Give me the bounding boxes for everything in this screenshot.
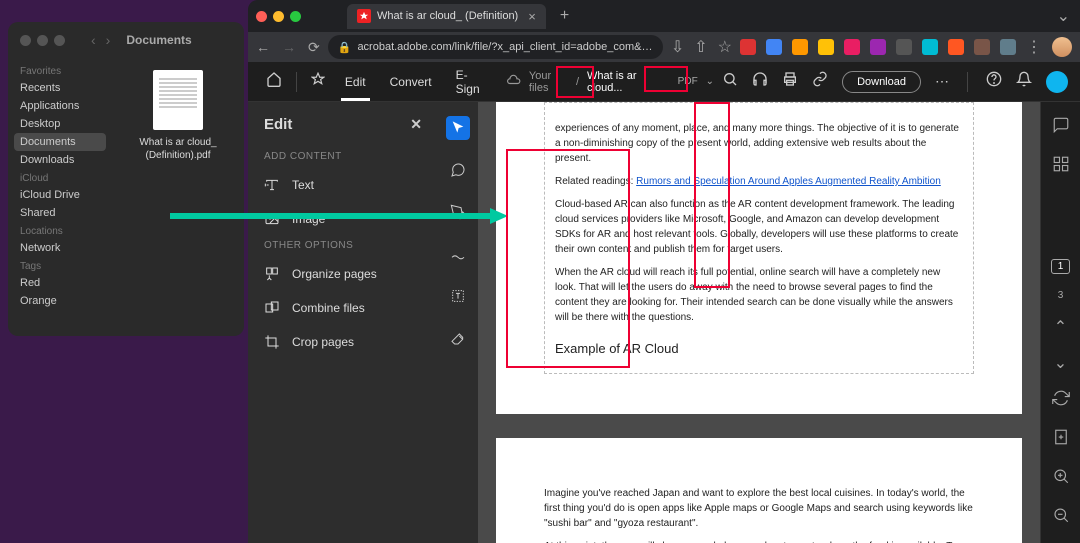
acrobat-favicon <box>357 9 371 23</box>
extensions-menu[interactable]: ⋮ <box>1026 37 1042 57</box>
ext-4[interactable] <box>818 39 834 55</box>
tool-comment[interactable] <box>446 158 470 182</box>
file-name[interactable]: What is ar cloud_ (Definition).pdf <box>120 136 236 162</box>
finder-forward[interactable]: › <box>106 32 111 48</box>
finder-title: Documents <box>126 33 191 47</box>
ext-5[interactable] <box>844 39 860 55</box>
rail-rotate-icon[interactable] <box>1052 389 1070 412</box>
print-icon[interactable] <box>782 71 798 92</box>
ext-8[interactable] <box>922 39 938 55</box>
finder-sidebar: Favorites Recents Applications Desktop D… <box>8 58 112 336</box>
tool-erase[interactable] <box>446 326 470 350</box>
new-tab-button[interactable]: + <box>554 7 575 25</box>
edit-panel-close[interactable]: ✕ <box>410 116 422 133</box>
sidebar-tag-orange[interactable]: Orange <box>8 292 112 310</box>
cloud-icon <box>507 73 521 90</box>
pdf-page-1: experiences of any moment, place, and ma… <box>496 102 1022 414</box>
ext-6[interactable] <box>870 39 886 55</box>
sidebar-desktop[interactable]: Desktop <box>8 115 112 133</box>
ext-abp[interactable] <box>740 39 756 55</box>
tool-draw[interactable] <box>446 242 470 266</box>
ext-2[interactable] <box>766 39 782 55</box>
more-icon[interactable]: ⋯ <box>935 73 949 90</box>
bell-icon[interactable] <box>1016 71 1032 92</box>
sidebar-tag-red[interactable]: Red <box>8 274 112 292</box>
tab-edit[interactable]: Edit <box>335 65 376 99</box>
format-dropdown[interactable]: ⌄ <box>706 76 714 87</box>
organize-pages[interactable]: Organize pages <box>248 257 438 291</box>
rail-zoomin-icon[interactable] <box>1052 467 1070 490</box>
search-icon[interactable] <box>722 71 738 92</box>
tab-convert[interactable]: Convert <box>380 65 442 99</box>
browser-forward[interactable]: → <box>282 39 296 56</box>
user-avatar[interactable] <box>1046 71 1068 93</box>
sidebar-documents[interactable]: Documents <box>14 133 106 151</box>
extension-icons: ⋮ <box>740 37 1072 57</box>
rail-comment-icon[interactable] <box>1052 116 1070 139</box>
browser-avatar[interactable] <box>1052 37 1072 57</box>
star-icon[interactable] <box>305 68 331 95</box>
lock-icon: 🔒 <box>338 41 352 54</box>
page-total: 3 <box>1058 290 1064 301</box>
url-action-icons: ⇩ ⇧ ☆ <box>671 37 732 57</box>
tool-select[interactable] <box>446 116 470 140</box>
link-icon[interactable] <box>812 71 828 92</box>
browser-window: What is ar cloud_ (Definition) × + ⌄ ← →… <box>248 0 1080 543</box>
help-icon[interactable] <box>986 71 1002 92</box>
download-button[interactable]: Download <box>842 71 921 93</box>
rail-up-icon[interactable]: ⌃ <box>1054 317 1067 337</box>
right-rail: 1 3 ⌃ ⌄ <box>1040 102 1080 543</box>
page-current[interactable]: 1 <box>1051 259 1071 274</box>
section-heading: Example of AR Cloud <box>555 339 963 359</box>
headphones-icon[interactable] <box>752 71 768 92</box>
crop-pages[interactable]: Crop pages <box>248 325 438 359</box>
breadcrumb: Your files / What is ar cloud... PDF ⌄ <box>507 70 714 94</box>
install-icon[interactable]: ⇩ <box>671 37 684 57</box>
ext-11[interactable] <box>1000 39 1016 55</box>
combine-files[interactable]: Combine files <box>248 291 438 325</box>
add-text[interactable]: Text <box>248 168 438 202</box>
acrobat-header: Edit Convert E-Sign Your files / What is… <box>248 62 1080 102</box>
sidebar-recents[interactable]: Recents <box>8 79 112 97</box>
rail-zoomout-icon[interactable] <box>1052 506 1070 529</box>
rail-fitpage-icon[interactable] <box>1052 428 1070 451</box>
sidebar-iclouddrive[interactable]: iCloud Drive <box>8 186 112 204</box>
url-bar[interactable]: 🔒 acrobat.adobe.com/link/file/?x_api_cli… <box>328 35 663 59</box>
browser-reload[interactable]: ⟳ <box>308 39 320 56</box>
rail-down-icon[interactable]: ⌄ <box>1054 353 1067 373</box>
document-viewport[interactable]: experiences of any moment, place, and ma… <box>478 102 1040 543</box>
ext-7[interactable] <box>896 39 912 55</box>
share-icon[interactable]: ⇧ <box>694 37 707 57</box>
file-thumbnail[interactable] <box>153 70 203 130</box>
tab-esign[interactable]: E-Sign <box>446 58 499 106</box>
tool-textselect[interactable] <box>446 284 470 308</box>
ext-9[interactable] <box>948 39 964 55</box>
sidebar-applications[interactable]: Applications <box>8 97 112 115</box>
pdf-page-2: Imagine you've reached Japan and want to… <box>496 438 1022 543</box>
tabs-dropdown[interactable]: ⌄ <box>1057 6 1070 26</box>
ext-3[interactable] <box>792 39 808 55</box>
ext-10[interactable] <box>974 39 990 55</box>
finder-window: ‹ › Documents Favorites Recents Applicat… <box>8 22 244 336</box>
related-link[interactable]: Rumors and Speculation Around Apples Aug… <box>636 176 941 187</box>
home-icon[interactable] <box>260 67 288 96</box>
edit-panel-title: Edit <box>264 116 292 133</box>
finder-traffic-lights[interactable] <box>20 35 65 46</box>
sidebar-shared[interactable]: Shared <box>8 204 112 222</box>
browser-back[interactable]: ← <box>256 39 270 56</box>
sidebar-downloads[interactable]: Downloads <box>8 151 112 169</box>
sidebar-network[interactable]: Network <box>8 239 112 257</box>
bookmark-icon[interactable]: ☆ <box>718 37 732 57</box>
edit-panel: Edit ✕ ADD CONTENT Text Image OTHER OPTI… <box>248 102 438 543</box>
rail-thumbnails-icon[interactable] <box>1052 155 1070 178</box>
tab-close[interactable]: × <box>528 9 536 24</box>
finder-back[interactable]: ‹ <box>91 32 96 48</box>
browser-traffic-lights[interactable] <box>256 11 301 22</box>
browser-tab[interactable]: What is ar cloud_ (Definition) × <box>347 4 546 29</box>
annotation-arrow <box>170 206 510 226</box>
toolstrip <box>438 102 478 543</box>
